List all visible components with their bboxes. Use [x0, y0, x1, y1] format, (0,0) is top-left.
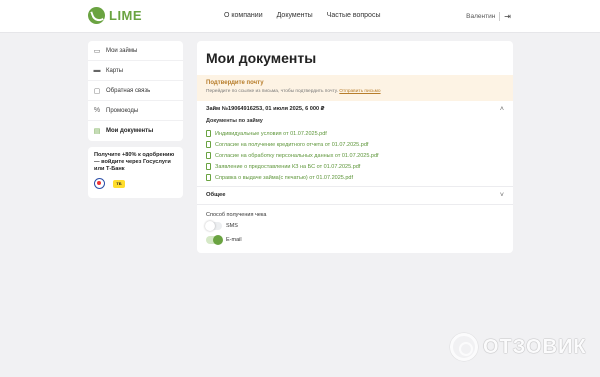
file-icon — [206, 163, 211, 170]
sms-toggle[interactable] — [205, 221, 222, 231]
top-header: LIME О компании Документы Частые вопросы… — [0, 0, 600, 33]
gosuslugi-icon[interactable] — [94, 178, 105, 189]
logo-text: LIME — [109, 8, 143, 23]
sidebar-item-promocodes[interactable]: % Промокоды — [88, 101, 183, 121]
chevron-up-icon[interactable]: ˄ — [500, 106, 504, 113]
file-icon — [206, 130, 211, 137]
promo-text: Получите +80% к одобрению — войдите чере… — [94, 152, 175, 172]
document-link[interactable]: Согласие на получение кредитного отчета … — [206, 139, 504, 150]
nav-about[interactable]: О компании — [224, 12, 263, 19]
sidebar-item-label: Промокоды — [106, 107, 139, 114]
otzovik-logo-icon — [450, 333, 478, 361]
sidebar-item-feedback[interactable]: ▢ Обратная связь — [88, 81, 183, 101]
email-confirm-notice: Подтвердите почту Перейдите по ссылке из… — [197, 75, 513, 101]
lime-logo[interactable]: LIME — [88, 7, 142, 24]
promo-card[interactable]: Получите +80% к одобрению — войдите чере… — [88, 147, 183, 198]
document-name: Заявление о предоставлении КЗ на БС от 0… — [215, 163, 361, 170]
sidebar-item-documents[interactable]: ▤ Мои документы — [88, 121, 183, 141]
sidebar-item-label: Карты — [106, 67, 124, 74]
chat-icon: ▢ — [93, 87, 101, 95]
document-name: Согласие на обработку персональных данны… — [215, 152, 379, 159]
card-icon: ▬ — [93, 67, 101, 74]
divider — [197, 204, 513, 205]
loan-icon: ▭ — [93, 47, 101, 55]
email-label: E-mail — [226, 237, 242, 243]
sidebar-item-label: Мои документы — [106, 128, 154, 134]
document-name: Справка о выдаче займа(с печатью) от 01.… — [215, 174, 353, 181]
sidebar-item-cards[interactable]: ▬ Карты — [88, 61, 183, 81]
document-link[interactable]: Согласие на обработку персональных данны… — [206, 150, 504, 161]
percent-icon: % — [93, 107, 101, 114]
nav-documents[interactable]: Документы — [277, 12, 313, 19]
user-area: Валентин ⇥ — [466, 12, 511, 21]
chevron-down-icon[interactable]: ˅ — [500, 192, 504, 199]
email-toggle[interactable] — [206, 235, 223, 245]
notice-body: Перейдите по ссылке из письма, чтобы под… — [206, 89, 338, 94]
tbank-icon[interactable]: ТБ — [113, 180, 125, 188]
document-link[interactable]: Справка о выдаче займа(с печатью) от 01.… — [206, 172, 504, 183]
toggle-knob — [213, 235, 223, 245]
documents-list: Индивидуальные условия от 01.07.2025.pdf… — [206, 128, 504, 183]
main-panel: Мои документы Подтвердите почту Перейдит… — [197, 41, 513, 253]
user-name[interactable]: Валентин — [466, 13, 495, 20]
document-link[interactable]: Индивидуальные условия от 01.07.2025.pdf — [206, 128, 504, 139]
lime-logo-icon — [88, 7, 105, 24]
documents-icon: ▤ — [93, 128, 101, 135]
file-icon — [206, 141, 211, 148]
sms-option[interactable]: SMS — [205, 221, 238, 231]
loan-accordion-header[interactable]: Займ №19064916253, 01 июля 2025, 6 000 ₽… — [206, 106, 504, 113]
document-name: Индивидуальные условия от 01.07.2025.pdf — [215, 130, 327, 137]
receipt-method-label: Способ получения чека — [206, 212, 267, 218]
sidebar: ▭ Мои займы ▬ Карты ▢ Обратная связь % П… — [88, 41, 183, 141]
file-icon — [206, 174, 211, 181]
sidebar-item-label: Обратная связь — [106, 87, 151, 94]
email-option[interactable]: E-mail — [206, 235, 242, 245]
nav-faq[interactable]: Частые вопросы — [327, 12, 381, 19]
promo-icons: ТБ — [94, 178, 177, 189]
sidebar-item-loans[interactable]: ▭ Мои займы — [88, 41, 183, 61]
watermark-text: ОТЗОВИК — [483, 335, 587, 358]
sms-label: SMS — [226, 223, 238, 229]
document-link[interactable]: Заявление о предоставлении КЗ на БС от 0… — [206, 161, 504, 172]
docs-label: Документы по займу — [206, 118, 263, 124]
notice-title: Подтвердите почту — [206, 80, 264, 86]
logout-icon[interactable]: ⇥ — [504, 12, 511, 21]
page-title: Мои документы — [206, 50, 317, 66]
otzovik-watermark: ОТЗОВИК — [450, 333, 587, 361]
top-nav: О компании Документы Частые вопросы — [224, 12, 380, 19]
user-divider — [499, 12, 501, 21]
general-title: Общее — [206, 192, 226, 198]
sidebar-item-label: Мои займы — [106, 47, 138, 54]
general-accordion-header[interactable]: Общее ˅ — [206, 192, 504, 199]
toggle-knob — [205, 221, 215, 231]
file-icon — [206, 152, 211, 159]
document-name: Согласие на получение кредитного отчета … — [215, 141, 369, 148]
loan-title: Займ №19064916253, 01 июля 2025, 6 000 ₽ — [206, 106, 325, 112]
send-email-link[interactable]: Отправить письмо — [339, 89, 380, 94]
divider — [197, 186, 513, 187]
notice-text: Перейдите по ссылке из письма, чтобы под… — [206, 89, 504, 94]
